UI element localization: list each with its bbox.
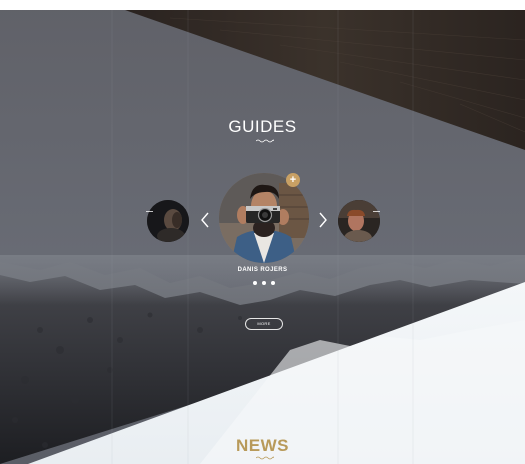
guide-portrait-right — [338, 200, 380, 242]
decorative-dash-right — [373, 211, 380, 212]
guide-name: DANIS ROJERS — [237, 267, 288, 273]
decorative-dash-left — [146, 211, 153, 212]
more-button[interactable]: MORE — [245, 318, 283, 330]
pagination-dot-1[interactable] — [253, 281, 257, 285]
guides-heading: GUIDES — [228, 117, 297, 136]
guides-squiggle-divider — [256, 139, 274, 143]
carousel-pagination — [253, 281, 277, 286]
next-guide-avatar[interactable] — [338, 200, 380, 242]
news-heading: NEWS — [236, 436, 289, 455]
hero-section: GUIDES + DANIS ROJERS MORE NEWS — [0, 0, 525, 464]
news-squiggle-divider — [256, 456, 274, 460]
chevron-right-icon[interactable] — [317, 211, 329, 229]
pagination-dot-2[interactable] — [262, 281, 266, 285]
chevron-left-icon[interactable] — [199, 211, 211, 229]
previous-guide-avatar[interactable] — [147, 200, 189, 242]
guide-portrait-left — [147, 200, 189, 242]
plus-icon[interactable]: + — [286, 173, 300, 187]
pagination-dot-3[interactable] — [271, 281, 275, 285]
